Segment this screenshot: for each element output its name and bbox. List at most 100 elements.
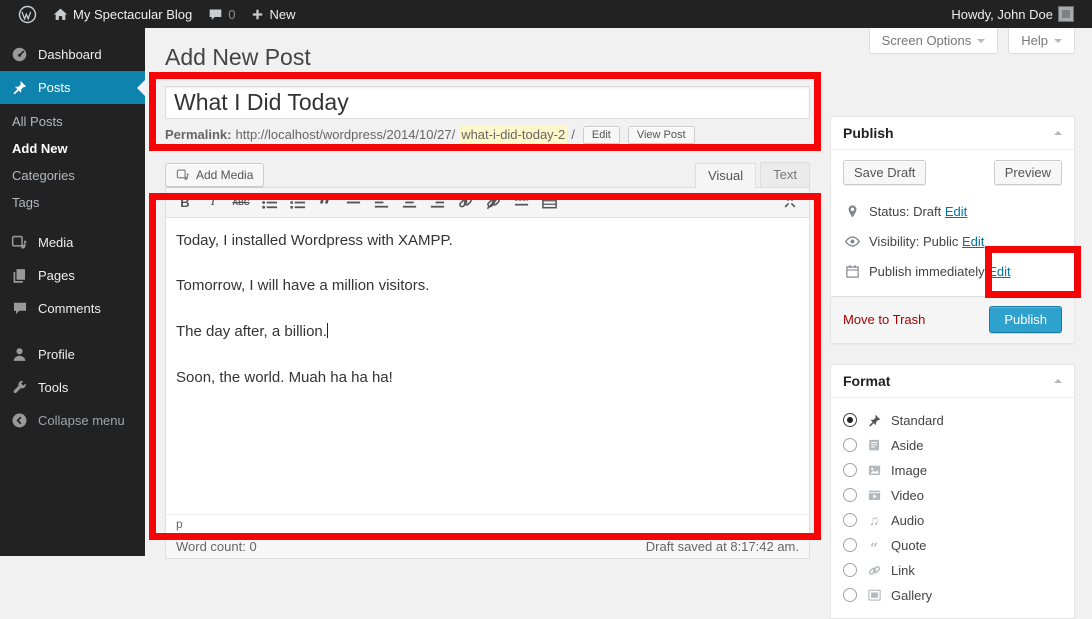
site-name: My Spectacular Blog (73, 7, 192, 22)
sidebar-item-categories[interactable]: Categories (0, 162, 145, 189)
format-option-aside[interactable]: Aside (843, 433, 1062, 458)
editor-content[interactable]: Today, I installed Wordpress with XAMPP.… (166, 218, 809, 514)
publish-metabox-header[interactable]: Publish (831, 117, 1074, 150)
editor-paragraph: The day after, a billion. (176, 323, 799, 342)
radio-link[interactable] (843, 563, 857, 577)
move-to-trash-link[interactable]: Move to Trash (843, 312, 925, 327)
sidebar-label: Tools (38, 380, 68, 395)
blockquote-icon: “ (319, 192, 332, 212)
align-left-button[interactable] (368, 190, 394, 214)
toolbar-toggle-button[interactable] (536, 190, 562, 214)
blockquote-button[interactable]: “ (312, 190, 338, 214)
align-right-button[interactable] (424, 190, 450, 214)
posts-submenu: All Posts Add New Categories Tags (0, 104, 145, 226)
radio-gallery[interactable] (843, 588, 857, 602)
post-title-input[interactable] (165, 86, 810, 119)
fullscreen-button[interactable] (777, 190, 803, 214)
more-tag-button[interactable] (508, 190, 534, 214)
chevron-down-icon (977, 39, 985, 47)
plus-icon (251, 8, 264, 21)
radio-standard[interactable] (843, 413, 857, 427)
radio-audio[interactable] (843, 513, 857, 527)
collapse-icon[interactable] (1054, 375, 1062, 383)
editor-element-path[interactable]: p (166, 514, 809, 534)
format-option-image[interactable]: Image (843, 458, 1062, 483)
numbered-list-button[interactable] (284, 190, 310, 214)
save-draft-button[interactable]: Save Draft (843, 160, 926, 185)
publish-button[interactable]: Publish (989, 306, 1062, 333)
gallery-icon (865, 588, 883, 603)
radio-quote[interactable] (843, 538, 857, 552)
edit-permalink-button[interactable]: Edit (583, 126, 620, 144)
visibility-label: Visibility: (869, 234, 919, 249)
bullet-list-icon (261, 194, 278, 211)
sidebar-item-add-new[interactable]: Add New (0, 135, 145, 162)
insert-link-button[interactable] (452, 190, 478, 214)
align-center-button[interactable] (396, 190, 422, 214)
status-row: Status: Draft Edit (843, 197, 1062, 226)
site-name-menu[interactable]: My Spectacular Blog (45, 0, 200, 28)
tab-visual[interactable]: Visual (695, 163, 756, 188)
sidebar-item-posts[interactable]: Posts (0, 71, 145, 104)
add-media-icon (176, 168, 190, 182)
new-content-menu[interactable]: New (243, 0, 303, 28)
edit-schedule-link[interactable]: Edit (988, 264, 1010, 279)
preview-button[interactable]: Preview (994, 160, 1062, 185)
bold-icon: B (180, 195, 189, 210)
sidebar-item-tags[interactable]: Tags (0, 189, 145, 216)
format-option-standard[interactable]: Standard (843, 408, 1062, 433)
add-media-button[interactable]: Add Media (165, 163, 264, 187)
account-menu[interactable]: Howdy, John Doe (943, 0, 1082, 28)
sidebar-item-profile[interactable]: Profile (0, 338, 145, 371)
sidebar-item-all-posts[interactable]: All Posts (0, 108, 145, 135)
video-icon (865, 488, 883, 503)
align-right-icon (429, 194, 446, 211)
format-option-quote[interactable]: “ Quote (843, 533, 1062, 558)
radio-aside[interactable] (843, 438, 857, 452)
format-option-link[interactable]: Link (843, 558, 1062, 583)
view-post-button[interactable]: View Post (628, 126, 695, 144)
format-option-gallery[interactable]: Gallery (843, 583, 1062, 608)
align-center-icon (401, 194, 418, 211)
publish-metabox: Publish Save Draft Preview Status: Draft (830, 116, 1075, 344)
sidebar-item-media[interactable]: Media (0, 226, 145, 259)
comments-menu[interactable]: 0 (200, 0, 243, 28)
permalink-slug[interactable]: what-i-did-today-2 (459, 126, 567, 143)
schedule-row: Publish immediately Edit (843, 257, 1062, 286)
help-tab[interactable]: Help (1008, 28, 1075, 54)
format-metabox-header[interactable]: Format (831, 365, 1074, 398)
media-icon (10, 234, 29, 251)
unlink-icon (485, 194, 502, 211)
radio-image[interactable] (843, 463, 857, 477)
remove-link-button[interactable] (480, 190, 506, 214)
admin-sidebar: Dashboard Posts All Posts Add New Catego… (0, 28, 145, 556)
sidebar-item-comments[interactable]: Comments (0, 292, 145, 324)
collapse-icon[interactable] (1054, 127, 1062, 135)
sidebar-label: Profile (38, 347, 75, 362)
pushpin-icon (865, 413, 883, 428)
link-icon (457, 194, 474, 211)
strikethrough-button[interactable]: ABC (228, 190, 254, 214)
wordpress-logo-menu[interactable] (10, 0, 45, 28)
sidebar-item-tools[interactable]: Tools (0, 371, 145, 404)
link-icon (865, 563, 883, 578)
horizontal-rule-button[interactable] (340, 190, 366, 214)
italic-button[interactable]: I (200, 190, 226, 214)
quote-icon: “ (865, 538, 883, 553)
bold-button[interactable]: B (172, 190, 198, 214)
comment-count: 0 (228, 7, 235, 22)
tab-text[interactable]: Text (760, 162, 810, 187)
sidebar-item-pages[interactable]: Pages (0, 259, 145, 292)
screen-options-tab[interactable]: Screen Options (869, 28, 999, 54)
more-tag-icon (513, 194, 530, 211)
format-option-audio[interactable]: ♫ Audio (843, 508, 1062, 533)
bullet-list-button[interactable] (256, 190, 282, 214)
radio-video[interactable] (843, 488, 857, 502)
sidebar-item-dashboard[interactable]: Dashboard (0, 38, 145, 71)
screen-options-label: Screen Options (882, 33, 972, 48)
edit-visibility-link[interactable]: Edit (962, 234, 984, 249)
sidebar-item-collapse-menu[interactable]: Collapse menu (0, 404, 145, 437)
format-option-video[interactable]: Video (843, 483, 1062, 508)
sidebar-label: Posts (38, 80, 71, 95)
edit-status-link[interactable]: Edit (945, 204, 967, 219)
